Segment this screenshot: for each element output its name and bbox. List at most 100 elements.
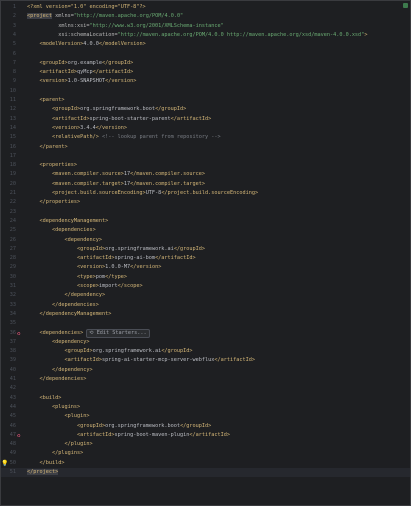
code-text[interactable]: <relativePath/> <!-- lookup parent from … xyxy=(27,133,221,142)
code-line[interactable]: 50 💡 </build> xyxy=(1,459,410,468)
code-text[interactable]: </parent> xyxy=(27,143,67,152)
code-line[interactable]: 19 <maven.compiler.source>17</maven.comp… xyxy=(1,170,410,179)
code-line[interactable]: 41 </dependencies> xyxy=(1,375,410,384)
code-text[interactable]: <maven.compiler.source>17</maven.compile… xyxy=(27,170,205,179)
code-text[interactable]: <artifactId>spring-ai-bom</artifactId> xyxy=(27,254,196,263)
code-text[interactable]: <version>1.0.0-M7</version> xyxy=(27,263,161,272)
code-line[interactable]: 27 <groupId>org.springframework.ai</grou… xyxy=(1,245,410,254)
code-line[interactable]: 32 </dependency> xyxy=(1,291,410,300)
code-line[interactable]: 43 <build> xyxy=(1,394,410,403)
code-line[interactable]: 14 <version>3.4.4</version> xyxy=(1,124,410,133)
code-line[interactable]: 6 xyxy=(1,50,410,59)
code-line[interactable]: 29 <version>1.0.0-M7</version> xyxy=(1,263,410,272)
code-text[interactable]: <maven.compiler.target>17</maven.compile… xyxy=(27,180,205,189)
code-text[interactable]: xsi:schemaLocation="http://maven.apache.… xyxy=(27,31,367,40)
code-line[interactable]: 34 </dependencyManagement> xyxy=(1,310,410,319)
code-line[interactable]: 8 <artifactId>qyMcp</artifactId> xyxy=(1,68,410,77)
code-line[interactable]: 48 </plugin> xyxy=(1,440,410,449)
code-line[interactable]: 47 ♻ <artifactId>spring-boot-maven-plugin… xyxy=(1,431,410,440)
code-line[interactable]: 39 <artifactId>spring-ai-starter-mcp-ser… xyxy=(1,356,410,365)
code-line[interactable]: 30 <type>pom</type> xyxy=(1,273,410,282)
code-text[interactable]: <properties> xyxy=(27,161,77,170)
code-text[interactable]: <project xmlns="http://maven.apache.org/… xyxy=(27,12,183,21)
code-text[interactable]: </build> xyxy=(27,459,64,468)
code-line[interactable]: 46 <groupId>org.springframework.boot</gr… xyxy=(1,422,410,431)
code-text[interactable]: </properties> xyxy=(27,198,80,207)
code-line[interactable]: 24 <dependencyManagement> xyxy=(1,217,410,226)
code-text[interactable]: <?xml version="1.0" encoding="UTF-8"?> xyxy=(27,3,146,12)
code-line[interactable]: 18 <properties> xyxy=(1,161,410,170)
code-text[interactable]: <groupId>org.springframework.ai</groupId… xyxy=(27,347,192,356)
code-text[interactable]: <dependencyManagement> xyxy=(27,217,108,226)
code-line[interactable]: 17 xyxy=(1,152,410,161)
code-text[interactable]: </dependencies> xyxy=(27,301,99,310)
code-text[interactable]: <modelVersion>4.0.0</modelVersion> xyxy=(27,40,145,49)
code-line[interactable]: 11 <parent> xyxy=(1,96,410,105)
code-line[interactable]: 35 xyxy=(1,319,410,328)
code-line[interactable]: 31 <scope>import</scope> xyxy=(1,282,410,291)
inspection-status-icon[interactable] xyxy=(403,3,408,8)
code-line[interactable]: 5 <modelVersion>4.0.0</modelVersion> xyxy=(1,40,410,49)
code-line[interactable]: 36 ♻ <dependencies> ⟲ Edit Starters... xyxy=(1,328,410,338)
code-text[interactable]: <groupId>org.springframework.boot</group… xyxy=(27,422,211,431)
code-text[interactable]: </dependency> xyxy=(27,366,93,375)
code-line[interactable]: 21 <project.build.sourceEncoding>UTF-8</… xyxy=(1,189,410,198)
code-text[interactable]: <build> xyxy=(27,394,61,403)
code-line[interactable]: 37 <dependency> xyxy=(1,338,410,347)
code-text[interactable]: <version>1.0-SNAPSHOT</version> xyxy=(27,77,136,86)
code-line[interactable]: 25 <dependencies> xyxy=(1,226,410,235)
code-text[interactable]: <groupId>org.springframework.boot</group… xyxy=(27,105,186,114)
code-text[interactable]: </dependencyManagement> xyxy=(27,310,111,319)
code-line[interactable]: 23 xyxy=(1,208,410,217)
code-line[interactable]: 1 <?xml version="1.0" encoding="UTF-8"?> xyxy=(1,3,410,12)
code-text[interactable]: <artifactId>spring-ai-starter-mcp-server… xyxy=(27,356,255,365)
code-line[interactable]: 7 <groupId>org.example</groupId> xyxy=(1,59,410,68)
code-text[interactable]: </plugin> xyxy=(27,440,92,449)
code-line[interactable]: 22 </properties> xyxy=(1,198,410,207)
maven-reload-icon[interactable]: ♻ xyxy=(17,329,21,338)
code-text[interactable]: </dependency> xyxy=(27,291,105,300)
editor-scrollbar[interactable] xyxy=(402,1,410,505)
code-text[interactable]: <artifactId>spring-boot-starter-parent</… xyxy=(27,115,211,124)
code-text[interactable]: <dependencies> ⟲ Edit Starters... xyxy=(27,328,150,338)
code-text[interactable]: </plugins> xyxy=(27,449,83,458)
code-line[interactable]: 20 <maven.compiler.target>17</maven.comp… xyxy=(1,180,410,189)
code-text[interactable]: <version>3.4.4</version> xyxy=(27,124,127,133)
code-line[interactable]: 13 <artifactId>spring-boot-starter-paren… xyxy=(1,115,410,124)
code-line[interactable]: 15 <relativePath/> <!-- lookup parent fr… xyxy=(1,133,410,142)
code-line[interactable]: 28 <artifactId>spring-ai-bom</artifactId… xyxy=(1,254,410,263)
code-text[interactable]: <artifactId>spring-boot-maven-plugin</ar… xyxy=(27,431,230,440)
code-text[interactable]: </dependencies> xyxy=(27,375,86,384)
code-line[interactable]: 9 <version>1.0-SNAPSHOT</version> xyxy=(1,77,410,86)
code-line[interactable]: 16 </parent> xyxy=(1,143,410,152)
code-line[interactable]: 3 xmlns:xsi="http://www.w3.org/2001/XMLS… xyxy=(1,22,410,31)
code-line[interactable]: 2 <project xmlns="http://maven.apache.org… xyxy=(1,12,410,21)
code-text[interactable]: <dependency> xyxy=(27,338,89,347)
maven-reload-icon[interactable]: ♻ xyxy=(17,431,21,440)
code-text[interactable]: xmlns:xsi="http://www.w3.org/2001/XMLSch… xyxy=(27,22,224,31)
code-editor[interactable]: 1 <?xml version="1.0" encoding="UTF-8"?> 2… xyxy=(0,0,411,506)
code-text[interactable]: <plugin> xyxy=(27,412,89,421)
code-text[interactable]: <scope>import</scope> xyxy=(27,282,143,291)
code-line[interactable]: 40 </dependency> xyxy=(1,366,410,375)
lightbulb-icon[interactable]: 💡 xyxy=(1,459,8,468)
code-text[interactable]: <plugins> xyxy=(27,403,80,412)
code-line[interactable]: 42 xyxy=(1,384,410,393)
code-line[interactable]: 44 <plugins> xyxy=(1,403,410,412)
code-text[interactable]: <groupId>org.example</groupId> xyxy=(27,59,133,68)
code-line[interactable]: 26 <dependency> xyxy=(1,236,410,245)
code-area[interactable]: 1 <?xml version="1.0" encoding="UTF-8"?> 2… xyxy=(1,1,410,505)
code-line[interactable]: 33 </dependencies> xyxy=(1,301,410,310)
code-line[interactable]: 10 xyxy=(1,87,410,96)
code-line[interactable]: 4 xsi:schemaLocation="http://maven.apach… xyxy=(1,31,410,40)
code-text[interactable]: <artifactId>qyMcp</artifactId> xyxy=(27,68,133,77)
code-line[interactable]: 45 <plugin> xyxy=(1,412,410,421)
code-text[interactable]: <project.build.sourceEncoding>UTF-8</pro… xyxy=(27,189,258,198)
edit-starters-button[interactable]: ⟲ Edit Starters... xyxy=(86,328,150,338)
code-text[interactable]: </project> xyxy=(27,468,59,477)
code-text[interactable]: <type>pom</type> xyxy=(27,273,127,282)
code-text[interactable]: <groupId>org.springframework.ai</groupId… xyxy=(27,245,205,254)
code-line[interactable]: 51 </project> xyxy=(1,468,410,478)
code-text[interactable]: <parent> xyxy=(27,96,64,105)
code-text[interactable]: <dependencies> xyxy=(27,226,96,235)
